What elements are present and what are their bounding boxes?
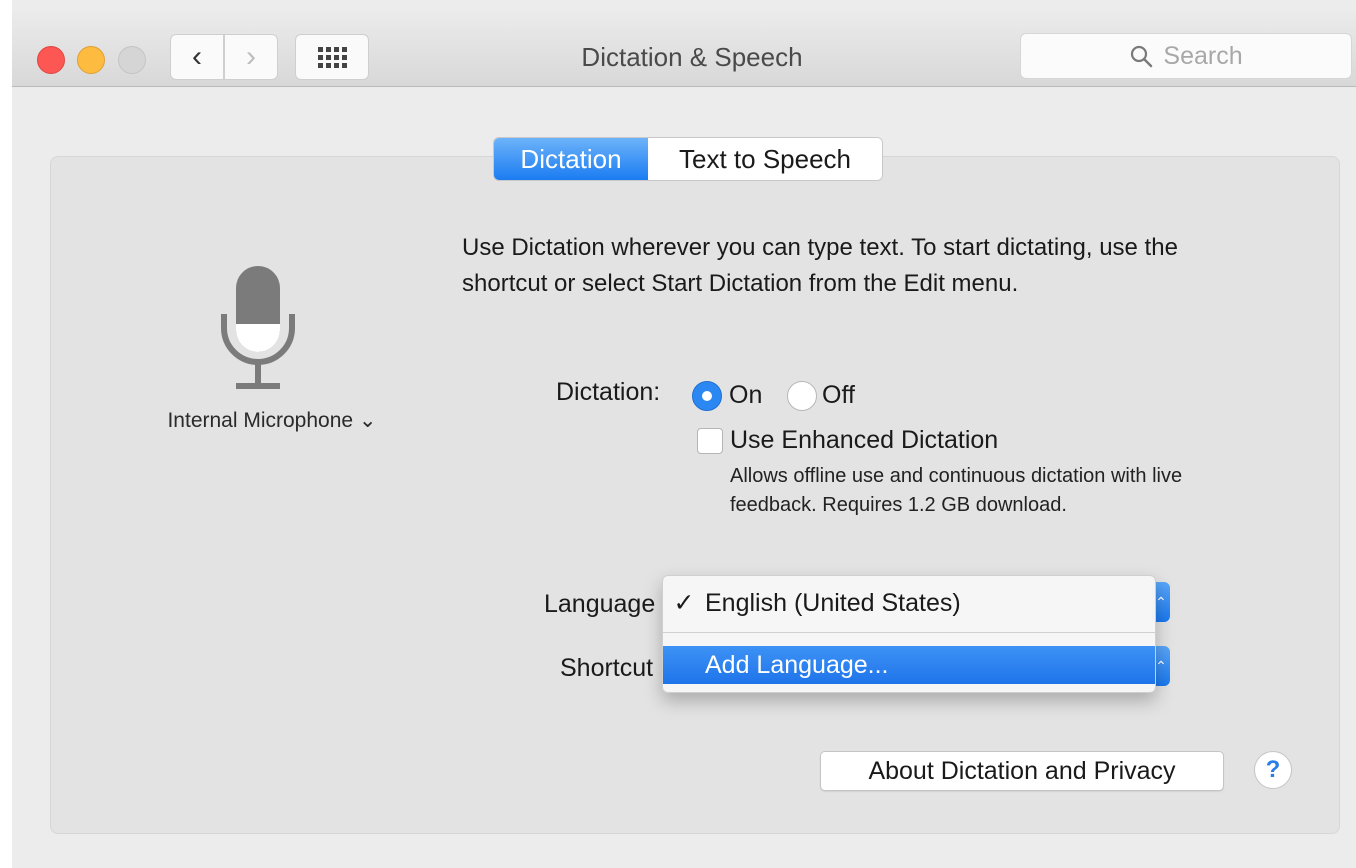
- dictation-on-label[interactable]: On: [729, 381, 762, 410]
- checkmark-icon: ✓: [673, 589, 695, 617]
- menu-item-add-language[interactable]: Add Language...: [663, 646, 1155, 684]
- search-icon: [1131, 45, 1153, 68]
- zoom-window-button: [118, 46, 146, 74]
- help-button[interactable]: ?: [1254, 751, 1292, 789]
- enhanced-dictation-label[interactable]: Use Enhanced Dictation: [730, 426, 998, 455]
- dictation-off-label[interactable]: Off: [822, 381, 855, 410]
- tab-text-to-speech[interactable]: Text to Speech: [648, 138, 882, 180]
- forward-arrow-icon: ›: [246, 40, 256, 73]
- forward-button[interactable]: ›: [224, 34, 278, 80]
- window-title: Dictation & Speech: [581, 42, 803, 72]
- menu-item-english-us[interactable]: ✓ English (United States): [663, 584, 1155, 622]
- enhanced-dictation-help: Allows offline use and continuous dictat…: [730, 465, 1183, 516]
- back-arrow-icon: ‹: [192, 40, 202, 73]
- dictation-on-radio[interactable]: [692, 381, 722, 411]
- microphone-selector[interactable]: Internal Microphone ⌄: [122, 408, 422, 433]
- titlebar: ‹ › Dictation & Speech Search: [12, 8, 1356, 87]
- chevron-updown-icon: ⌃: [1155, 657, 1167, 674]
- microphone-icon: [221, 266, 295, 389]
- dictation-off-radio[interactable]: [787, 381, 817, 411]
- search-placeholder: Search: [1163, 41, 1243, 70]
- back-button[interactable]: ‹: [170, 34, 224, 80]
- language-dropdown-menu: ✓ English (United States) Add Language..…: [662, 575, 1156, 693]
- grid-icon: [317, 46, 347, 68]
- chevron-updown-icon: ⌃: [1155, 593, 1167, 610]
- microphone-label: Internal Microphone: [167, 409, 354, 432]
- about-dictation-privacy-button[interactable]: About Dictation and Privacy: [820, 751, 1224, 791]
- menu-item-label: English (United States): [705, 588, 961, 617]
- shortcut-label: Shortcut: [560, 654, 654, 682]
- tab-dictation[interactable]: Dictation: [494, 138, 648, 180]
- search-field[interactable]: Search: [1020, 33, 1352, 79]
- enhanced-dictation-checkbox[interactable]: [697, 428, 723, 454]
- menu-separator: [663, 632, 1155, 633]
- language-label: Language: [544, 590, 656, 618]
- dictation-label: Dictation:: [556, 378, 661, 406]
- show-all-button[interactable]: [295, 34, 369, 80]
- dictation-description: Use Dictation wherever you can type text…: [462, 234, 1178, 297]
- chevron-down-icon: ⌄: [358, 409, 377, 432]
- close-window-button[interactable]: [37, 46, 65, 74]
- preferences-window: ‹ › Dictation & Speech Search Dictation …: [12, 0, 1356, 868]
- minimize-window-button[interactable]: [77, 46, 105, 74]
- tab-bar: Dictation Text to Speech: [493, 137, 883, 181]
